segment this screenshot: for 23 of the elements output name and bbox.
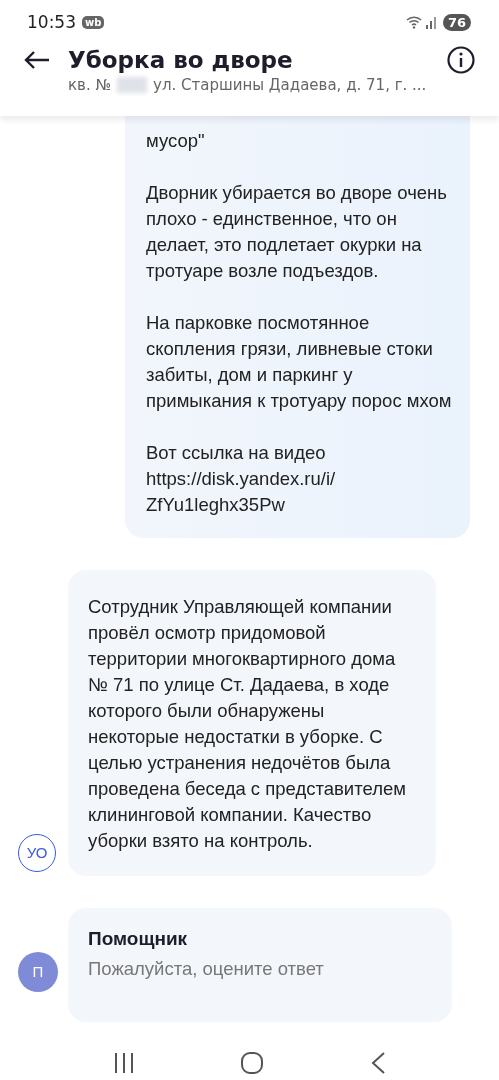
assistant-name: Помощник: [88, 927, 189, 951]
signal-icon: [424, 15, 437, 29]
back-arrow-icon[interactable]: [24, 50, 50, 70]
address-text: ул. Старшины Дадаева, д. 71, г. ...: [153, 76, 427, 94]
message-text: Вот ссылка на видео https://disk.yandex.ru/i/ ZfYu1leghx35Pw: [146, 441, 337, 517]
back-icon[interactable]: [370, 1051, 387, 1075]
home-icon[interactable]: [240, 1051, 265, 1075]
address-prefix: кв. №: [68, 76, 112, 94]
message-text: Сотрудник Управляющей компании провёл осмотр придомовой территории многоквартирного дома № 71 по улице Ст. Дадаева, в ходе которого были обнаружены некоторые недостатки в уборке. С целью устранения недочётов была проведена беседа с представителем клининговой компании. Качество уборки взято на контроль.: [88, 595, 407, 853]
app-notification-badge: wb: [82, 15, 105, 29]
info-icon[interactable]: [447, 46, 475, 74]
avatar: УО: [18, 834, 56, 872]
message-text: мусор": [146, 129, 206, 153]
battery-level: 76: [442, 13, 471, 31]
message-text: Дворник убирается во дворе очень плохо - единственное, что он делает, это подлетает окурки на тротуаре возле подъездов.: [146, 181, 448, 283]
avatar: П: [18, 952, 58, 992]
blurred-redaction: [117, 77, 148, 93]
wifi-icon: [405, 15, 422, 29]
rating-prompt: Пожалуйста, оцените ответ: [88, 957, 325, 981]
screen-title: Уборка во дворе: [68, 47, 294, 73]
message-text: На парковке посмотянное скопления грязи, ливневые стоки забиты, дом и паркинг у примыкания к тротуару порос мхом: [146, 311, 452, 413]
status-time: 10:53: [27, 12, 76, 32]
recent-apps-icon[interactable]: [112, 1051, 135, 1075]
